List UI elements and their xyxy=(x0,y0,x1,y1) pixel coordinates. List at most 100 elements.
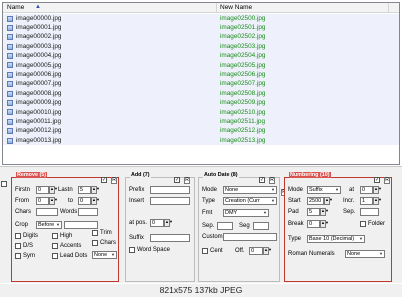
autodate-panel-title: Auto Date (8) xyxy=(203,172,239,178)
firstn-input[interactable]: 0 xyxy=(36,186,49,194)
from-spinner[interactable]: ▲▼ xyxy=(49,197,58,205)
high-label: High xyxy=(60,233,73,239)
sym-checkbox[interactable] xyxy=(15,253,21,259)
numbering-panel-title: Numbering (10) xyxy=(289,172,331,178)
autodate-off-spinner[interactable]: ▲▼ xyxy=(263,247,272,255)
autodate-type-select[interactable]: Creation (Curr xyxy=(223,197,277,205)
autodate-seg-input[interactable] xyxy=(253,222,269,230)
table-row[interactable]: image00005.jpg image02505.jpg xyxy=(3,60,399,71)
table-row[interactable]: image00007.jpg image02507.jpg xyxy=(3,79,399,90)
new-name-cell: image02504.jpg xyxy=(220,52,266,60)
numbering-enable-checkbox[interactable] xyxy=(374,177,380,183)
table-row[interactable]: image00003.jpg image02503.jpg xyxy=(3,42,399,52)
stub-checkbox[interactable] xyxy=(1,181,7,187)
high-checkbox[interactable] xyxy=(52,233,58,239)
autodate-reset-button[interactable]: R xyxy=(269,177,275,184)
column-header-new-name[interactable]: New Name xyxy=(220,4,252,11)
numbering-sep-label: Sep. xyxy=(343,209,356,215)
leaddots-checkbox[interactable] xyxy=(52,253,58,259)
image-file-icon xyxy=(7,90,13,97)
column-divider[interactable] xyxy=(388,3,389,13)
numbering-at-label: at xyxy=(349,187,355,193)
numbering-at-spinner[interactable]: ▲▼ xyxy=(373,186,382,194)
prefix-input[interactable] xyxy=(150,186,190,194)
autodate-enable-checkbox[interactable] xyxy=(259,177,265,183)
leaddots-select[interactable]: None xyxy=(92,251,117,259)
new-name-cell: image02509.jpg xyxy=(220,99,266,107)
numbering-start-input[interactable]: 2500 xyxy=(307,197,324,205)
wordspace-checkbox[interactable] xyxy=(129,247,135,253)
new-name-cell: image02512.jpg xyxy=(220,127,266,135)
numbering-roman-select[interactable]: None xyxy=(345,250,385,258)
ds-checkbox[interactable] xyxy=(15,243,21,249)
table-row[interactable]: image00002.jpg image02502.jpg xyxy=(3,32,399,43)
numbering-mode-select[interactable]: Suffix xyxy=(307,186,341,194)
table-row[interactable]: image00006.jpg image02506.jpg xyxy=(3,70,399,80)
crop-select[interactable]: Before xyxy=(36,221,62,229)
remove-panel: Remove (5) R Firstn 0 ▲▼ Lastn 5 ▲▼ From… xyxy=(11,172,119,282)
numbering-incr-input[interactable]: 1 xyxy=(360,197,373,205)
autodate-sep-input[interactable] xyxy=(217,222,233,230)
numbering-start-spinner[interactable]: ▲▼ xyxy=(324,197,333,205)
remove-enable-checkbox[interactable] xyxy=(101,177,107,183)
image-file-icon xyxy=(7,24,13,31)
file-name-cell: image00002.jpg xyxy=(16,33,62,41)
numbering-folder-checkbox[interactable] xyxy=(360,221,366,227)
numbering-at-input[interactable]: 0 xyxy=(360,186,373,194)
autodate-custom-input[interactable] xyxy=(223,233,277,241)
autodate-panel: Auto Date (8) R Mode None Type Creation … xyxy=(198,172,280,282)
numbering-pad-input[interactable]: 5 xyxy=(307,208,320,216)
insert-input[interactable] xyxy=(150,197,190,205)
table-row[interactable]: image00013.jpg image02513.jpg xyxy=(3,136,399,146)
suffix-input[interactable] xyxy=(150,234,190,242)
table-row[interactable]: image00004.jpg image02504.jpg xyxy=(3,51,399,61)
image-file-icon xyxy=(7,34,13,41)
to-input[interactable]: 0 xyxy=(78,197,91,205)
atpos-spinner[interactable]: ▲▼ xyxy=(164,219,173,227)
lastn-input[interactable]: 5 xyxy=(78,186,91,194)
numbering-pad-spinner[interactable]: ▲▼ xyxy=(320,208,329,216)
from-input[interactable]: 0 xyxy=(36,197,49,205)
add-reset-button[interactable]: R xyxy=(184,177,190,184)
table-row[interactable]: image00011.jpg image02511.jpg xyxy=(3,117,399,127)
file-name-cell: image00003.jpg xyxy=(16,42,62,50)
image-file-icon xyxy=(7,109,13,116)
column-divider[interactable] xyxy=(216,3,217,13)
chars-checkbox[interactable] xyxy=(92,240,98,246)
table-row[interactable]: image00008.jpg image02508.jpg xyxy=(3,89,399,99)
autodate-fmt-select[interactable]: DMY xyxy=(223,209,269,217)
chars-input[interactable] xyxy=(36,208,58,216)
numbering-type-label: Type xyxy=(288,236,302,242)
words-input[interactable] xyxy=(78,208,98,216)
atpos-input[interactable]: 0 xyxy=(150,219,164,227)
trim-checkbox[interactable] xyxy=(92,230,98,236)
table-row[interactable]: image00009.jpg image02509.jpg xyxy=(3,98,399,108)
numbering-reset-button[interactable]: R xyxy=(384,177,390,184)
autodate-off-input[interactable]: 0 xyxy=(249,247,263,255)
digits-checkbox[interactable] xyxy=(15,233,21,239)
crop-input[interactable] xyxy=(64,221,98,229)
file-name-cell: image00012.jpg xyxy=(16,127,62,135)
numbering-sep-input[interactable] xyxy=(360,208,379,216)
autodate-sep-label: Sep. xyxy=(202,223,215,229)
add-enable-checkbox[interactable] xyxy=(174,177,180,183)
accents-checkbox[interactable] xyxy=(52,243,58,249)
autodate-cent-label: Cent xyxy=(210,248,223,254)
lastn-spinner[interactable]: ▲▼ xyxy=(91,186,100,194)
numbering-break-input[interactable]: 0 xyxy=(307,220,320,228)
firstn-spinner[interactable]: ▲▼ xyxy=(49,186,58,194)
numbering-type-select[interactable]: Base 10 (Decimal) xyxy=(307,235,365,243)
column-header-name[interactable]: Name xyxy=(7,4,24,11)
autodate-cent-checkbox[interactable] xyxy=(202,248,208,254)
table-row[interactable]: image00010.jpg image02510.jpg xyxy=(3,107,399,118)
table-row[interactable]: image00001.jpg image02501.jpg xyxy=(3,23,399,33)
to-spinner[interactable]: ▲▼ xyxy=(91,197,100,205)
table-row[interactable]: image00012.jpg image02512.jpg xyxy=(3,126,399,137)
numbering-incr-spinner[interactable]: ▲▼ xyxy=(373,197,382,205)
table-row[interactable]: image00000.jpg image02500.jpg xyxy=(3,14,399,24)
file-name-cell: image00009.jpg xyxy=(16,99,62,107)
file-list[interactable]: Name ▲ New Name image00000.jpg image02500… xyxy=(2,2,400,165)
autodate-mode-select[interactable]: None xyxy=(223,186,277,194)
numbering-break-spinner[interactable]: ▲▼ xyxy=(320,220,329,228)
remove-reset-button[interactable]: R xyxy=(111,177,117,184)
